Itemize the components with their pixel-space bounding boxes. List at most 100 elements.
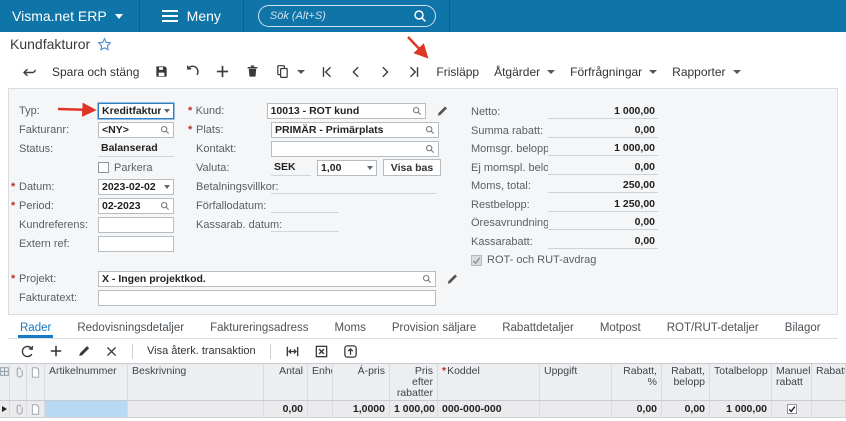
- typ-select[interactable]: Kreditfaktura: [98, 102, 174, 119]
- cell-antal[interactable]: 0,00: [264, 401, 308, 417]
- cell-enhet[interactable]: [308, 401, 333, 417]
- release-button[interactable]: Frisläpp: [436, 65, 479, 79]
- header-enhet[interactable]: Enhet: [308, 364, 333, 400]
- fakturatext-input[interactable]: [98, 289, 436, 306]
- delete-row-button[interactable]: [105, 345, 118, 358]
- last-record-button[interactable]: [407, 65, 421, 79]
- total-row: Öresavrundning: 0,00: [463, 216, 658, 230]
- column-config-icon[interactable]: [0, 364, 10, 400]
- refresh-button[interactable]: [20, 344, 35, 359]
- tab-motpost[interactable]: Motpost: [598, 319, 643, 338]
- manuell-rabatt-checkbox[interactable]: [786, 404, 797, 414]
- visa-aterk-transaktion-button[interactable]: Visa återk. transaktion: [147, 345, 256, 357]
- header-rabatt-truncated[interactable]: Rabatt,: [812, 364, 846, 400]
- fakturatext-label: Fakturatext:: [19, 291, 78, 304]
- save-and-close-label: Spara och stäng: [52, 64, 140, 79]
- header-uppgift[interactable]: Uppgift: [540, 364, 612, 400]
- cell-koddel[interactable]: 000-000-000: [438, 401, 540, 417]
- header-antal[interactable]: Antal: [264, 364, 308, 400]
- back-button[interactable]: [21, 64, 37, 80]
- grid-data-row[interactable]: 0,00 1,0000 1 000,00 000-000-000 0,00 0,…: [0, 401, 846, 418]
- add-button[interactable]: [215, 64, 230, 79]
- datum-select[interactable]: 2023-02-02: [98, 178, 174, 195]
- edit-row-button[interactable]: [77, 344, 91, 358]
- header-pris-efter-rabatter[interactable]: Pris efter rabatter: [390, 364, 438, 400]
- search-input[interactable]: Sök (Alt+S): [257, 5, 436, 27]
- cell-totalbelopp[interactable]: 1 000,00: [710, 401, 772, 417]
- lookup-icon[interactable]: [425, 144, 435, 154]
- save-button[interactable]: [154, 64, 169, 79]
- actions-menu-button[interactable]: Åtgärder: [494, 65, 556, 79]
- brand-menu[interactable]: Visma.net ERP: [0, 0, 139, 32]
- reports-menu-button[interactable]: Rapporter: [672, 65, 741, 79]
- header-rabatt-belopp[interactable]: Rabatt, belopp: [662, 364, 710, 400]
- undo-button[interactable]: [184, 64, 200, 80]
- page-title: Kundfakturor: [10, 36, 91, 52]
- lookup-icon[interactable]: [160, 201, 170, 211]
- tab-provision-saljare[interactable]: Provision säljare: [390, 319, 478, 338]
- next-record-button[interactable]: [378, 65, 392, 79]
- header-a-pris[interactable]: Á-pris: [333, 364, 390, 400]
- tab-rot-rut-detaljer[interactable]: ROT/RUT-detaljer: [665, 319, 761, 338]
- document-icon: [31, 403, 40, 415]
- cell-beskrivning[interactable]: [128, 401, 264, 417]
- first-record-button[interactable]: [320, 65, 334, 79]
- kontakt-input[interactable]: [271, 140, 439, 157]
- tab-moms[interactable]: Moms: [333, 319, 368, 338]
- divider: [242, 0, 244, 32]
- lookup-icon[interactable]: [412, 106, 422, 116]
- row-note-cell[interactable]: [27, 401, 45, 417]
- header-koddel[interactable]: *Koddel: [438, 364, 540, 400]
- upload-button[interactable]: [343, 344, 358, 359]
- cell-artikelnummer-selected[interactable]: [45, 401, 128, 417]
- visa-bas-button[interactable]: Visa bas: [383, 159, 441, 176]
- export-excel-button[interactable]: [314, 344, 329, 359]
- favorite-star-icon[interactable]: [97, 36, 112, 52]
- lookup-icon[interactable]: [425, 125, 435, 135]
- tab-redovisningsdetaljer[interactable]: Redovisningsdetaljer: [75, 319, 186, 338]
- row-attachment-cell[interactable]: [10, 401, 27, 417]
- extern-ref-input[interactable]: [98, 235, 174, 252]
- cell-a-pris[interactable]: 1,0000: [333, 401, 390, 417]
- search-icon[interactable]: [413, 9, 427, 23]
- header-beskrivning[interactable]: Beskrivning: [128, 364, 264, 400]
- valuta-rate-select[interactable]: 1,00: [317, 159, 377, 176]
- save-and-close-button[interactable]: Spara och stäng: [52, 65, 139, 79]
- cell-rabatt-belopp[interactable]: 0,00: [662, 401, 710, 417]
- plats-input[interactable]: PRIMÄR - Primärplats: [271, 121, 439, 138]
- projekt-edit-button[interactable]: [446, 273, 458, 285]
- copy-paste-button[interactable]: [275, 64, 306, 79]
- kund-edit-button[interactable]: [436, 105, 448, 117]
- tab-rabattdetaljer[interactable]: Rabattdetaljer: [500, 319, 576, 338]
- add-row-button[interactable]: [49, 344, 63, 358]
- header-artikelnummer[interactable]: Artikelnummer: [45, 364, 128, 400]
- chevron-down-icon[interactable]: [367, 165, 373, 170]
- previous-record-button[interactable]: [349, 65, 363, 79]
- tab-faktureringsadress[interactable]: Faktureringsadress: [208, 319, 310, 338]
- fakturanr-input[interactable]: <NY>: [98, 121, 174, 138]
- cell-manuell-rabatt[interactable]: [772, 401, 812, 417]
- tab-rader[interactable]: Rader: [18, 319, 54, 338]
- header-rabatt-procent[interactable]: Rabatt, %: [612, 364, 662, 400]
- tab-bilagor[interactable]: Bilagor: [783, 319, 823, 338]
- parkera-checkbox[interactable]: [98, 162, 109, 173]
- inquiries-menu-button[interactable]: Förfrågningar: [570, 65, 658, 79]
- delete-button[interactable]: [245, 64, 260, 79]
- kund-input[interactable]: 10013 - ROT kund: [266, 102, 426, 119]
- projekt-input[interactable]: X - Ingen projektkod.: [98, 270, 436, 287]
- cell-uppgift[interactable]: [540, 401, 612, 417]
- lookup-icon[interactable]: [160, 125, 170, 135]
- header-manuell-rabatt[interactable]: Manuell rabatt: [772, 364, 812, 400]
- lookup-icon[interactable]: [422, 274, 432, 284]
- fit-width-button[interactable]: [285, 344, 300, 359]
- period-input[interactable]: 02-2023: [98, 197, 174, 214]
- cell-rabatt-procent[interactable]: 0,00: [612, 401, 662, 417]
- cell-rabatt-truncated[interactable]: [812, 401, 846, 417]
- chevron-down-icon[interactable]: [164, 108, 170, 113]
- chevron-down-icon[interactable]: [164, 184, 170, 189]
- header-totalbelopp[interactable]: Totalbelopp: [710, 364, 772, 400]
- plats-label: Plats:: [196, 123, 224, 136]
- menu-button[interactable]: Meny: [140, 0, 243, 32]
- cell-pris-efter-rabatter[interactable]: 1 000,00: [390, 401, 438, 417]
- kundreferens-input[interactable]: [98, 216, 174, 233]
